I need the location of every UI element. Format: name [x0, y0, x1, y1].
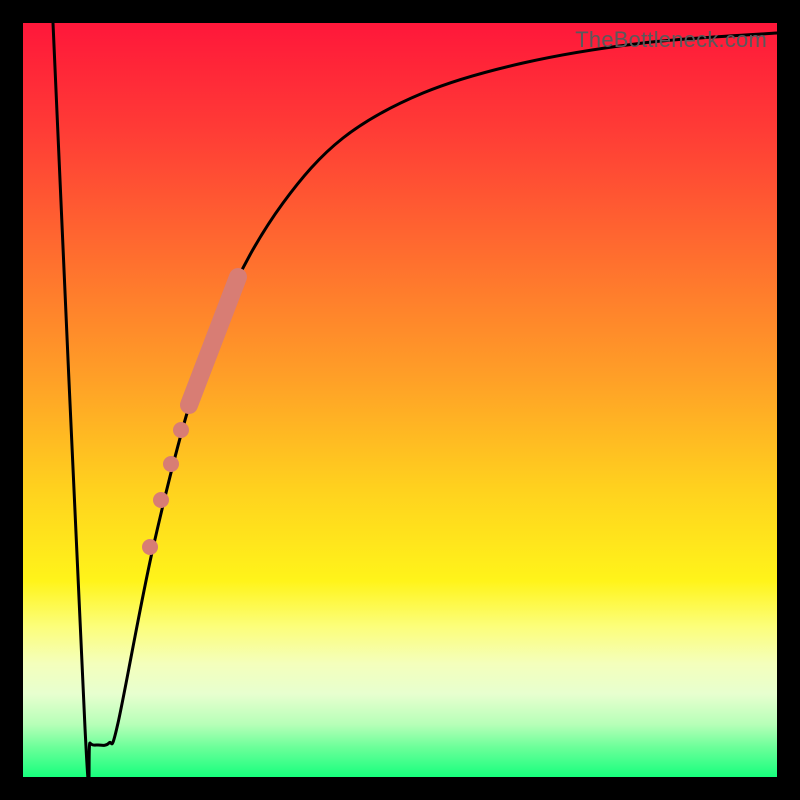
watermark-text: TheBottleneck.com — [575, 27, 767, 53]
plot-area: TheBottleneck.com — [23, 23, 777, 777]
data-marker — [153, 492, 169, 508]
data-marker — [142, 539, 158, 555]
chart-container: TheBottleneck.com — [0, 0, 800, 800]
data-marker — [173, 422, 189, 438]
data-marker-segment — [23, 23, 777, 777]
data-marker — [163, 456, 179, 472]
